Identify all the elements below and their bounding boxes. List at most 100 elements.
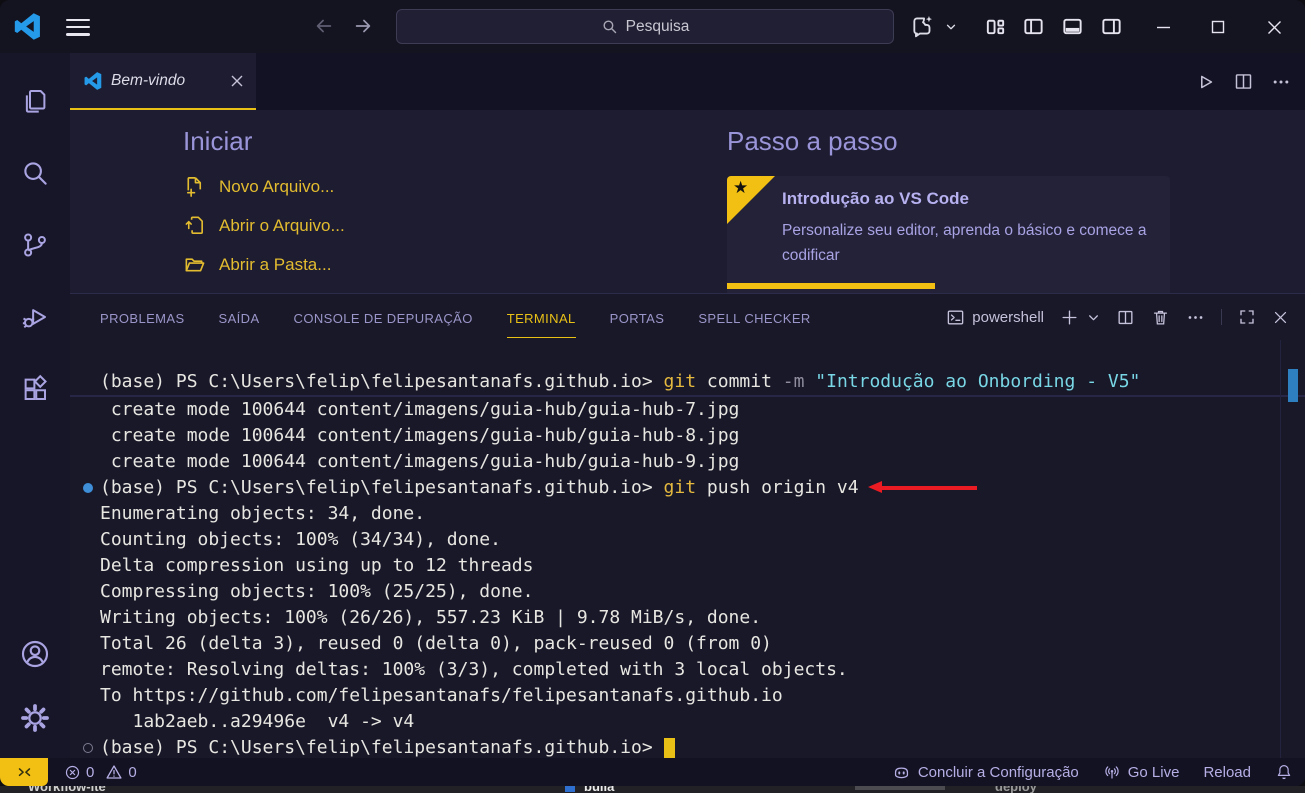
tab-vscode-icon: [84, 72, 102, 90]
shell-label: powershell: [972, 309, 1044, 326]
panel-tab-terminal[interactable]: TERMINAL: [507, 297, 576, 338]
command-decoration-filled[interactable]: [83, 483, 93, 493]
panel-tab-problemas[interactable]: PROBLEMAS: [100, 297, 185, 338]
open-folder-link[interactable]: Abrir a Pasta...: [183, 253, 345, 276]
walkthrough-progress-bar: [727, 283, 935, 289]
remote-indicator-button[interactable]: [0, 758, 48, 786]
new-terminal-button[interactable]: [1060, 308, 1079, 327]
terminal-instance-powershell[interactable]: powershell: [946, 308, 1044, 327]
search-icon: [601, 18, 618, 35]
nav-forward-button[interactable]: [352, 15, 374, 37]
walkthroughs-heading: Passo a passo: [727, 126, 1172, 157]
broadcast-icon: [1103, 763, 1121, 781]
command-decoration-hollow[interactable]: [83, 743, 93, 753]
warning-count: 0: [128, 764, 136, 781]
finish-setup-label: Concluir a Configuração: [918, 764, 1079, 781]
walkthrough-description: Personalize seu editor, aprenda o básico…: [782, 218, 1157, 268]
source-control-icon[interactable]: [0, 209, 70, 281]
kill-terminal-trash-button[interactable]: [1151, 308, 1170, 327]
customize-layout-button[interactable]: [984, 15, 1007, 38]
error-icon: [64, 764, 81, 781]
run-file-button[interactable]: [1194, 71, 1216, 93]
start-heading: Iniciar: [183, 126, 345, 157]
panel-tab-portas[interactable]: PORTAS: [610, 297, 665, 338]
background-window-peek: Workflow-ite bulia deploy: [0, 786, 1305, 793]
split-terminal-button[interactable]: [1116, 308, 1135, 327]
open-file-link[interactable]: Abrir o Arquivo...: [183, 214, 345, 237]
welcome-page: Iniciar Novo Arquivo... Abri: [70, 110, 1305, 293]
problems-status-button[interactable]: 0 0: [64, 758, 137, 786]
peek-bar: [855, 786, 945, 790]
editor-tab-bar: Bem-vindo: [70, 53, 1305, 110]
toggle-secondary-sidebar-button[interactable]: [1100, 15, 1123, 38]
vscode-logo-icon: [14, 13, 41, 40]
window-maximize-button[interactable]: [1203, 12, 1233, 42]
copilot-chevron-down-icon[interactable]: [944, 20, 958, 34]
toggle-primary-sidebar-button[interactable]: [1022, 15, 1045, 38]
peek-text: deploy: [995, 786, 1037, 793]
terminal-line: (base) PS C:\Users\felip\felipesantanafs…: [70, 475, 1305, 501]
toolbar-separator: [1221, 309, 1222, 325]
extensions-icon[interactable]: [0, 353, 70, 425]
error-count: 0: [86, 764, 94, 781]
open-file-label: Abrir o Arquivo...: [219, 216, 345, 236]
split-editor-button[interactable]: [1233, 71, 1254, 92]
open-folder-icon: [183, 253, 206, 276]
terminal-line: Counting objects: 100% (34/34), done.: [70, 527, 1305, 553]
terminal-scrollbar-thumb[interactable]: [1288, 369, 1298, 402]
panel-tabs: PROBLEMAS SAÍDA CONSOLE DE DEPURAÇÃO TERMIN…: [100, 297, 811, 338]
window-minimize-button[interactable]: [1148, 12, 1178, 42]
maximize-panel-button[interactable]: [1238, 308, 1256, 326]
peek-logo-icon: [565, 786, 575, 792]
terminal-line: Compressing objects: 100% (25/25), done.: [70, 579, 1305, 605]
terminal-line: remote: Resolving deltas: 100% (3/3), co…: [70, 657, 1305, 683]
title-bar: Pesquisa: [0, 0, 1305, 53]
tab-bem-vindo[interactable]: Bem-vindo: [70, 53, 256, 110]
editor-more-actions-button[interactable]: [1271, 72, 1291, 92]
terminal-line: Total 26 (delta 3), reused 0 (delta 0), …: [70, 631, 1305, 657]
terminal-line: Writing objects: 100% (26/26), 557.23 Ki…: [70, 605, 1305, 631]
status-bar: 0 0 Concluir a Configuração Go Live Relo…: [0, 758, 1305, 786]
peek-text: bulia: [584, 786, 614, 793]
new-file-label: Novo Arquivo...: [219, 177, 334, 197]
warning-icon: [105, 763, 123, 781]
reload-button[interactable]: Reload: [1203, 764, 1251, 781]
search-view-icon[interactable]: [0, 137, 70, 209]
panel-tab-console-de-depuração[interactable]: CONSOLE DE DEPURAÇÃO: [294, 297, 473, 338]
notifications-bell-icon[interactable]: [1275, 763, 1293, 781]
open-file-icon: [183, 214, 206, 237]
walkthrough-card-intro[interactable]: ★ Introdução ao VS Code Personalize seu …: [727, 176, 1170, 293]
panel-tab-saída[interactable]: SAÍDA: [219, 297, 260, 338]
panel-tab-spell-checker[interactable]: SPELL CHECKER: [698, 297, 810, 338]
remote-icon: [16, 764, 33, 781]
activity-bar: [0, 53, 70, 758]
terminal-line: 1ab2aeb..a29496e v4 -> v4: [70, 709, 1305, 735]
menu-hamburger-button[interactable]: [66, 19, 90, 36]
settings-gear-icon[interactable]: [0, 686, 70, 750]
nav-back-button[interactable]: [313, 15, 335, 37]
command-center-search[interactable]: Pesquisa: [396, 9, 894, 44]
scrollbar-gutter: [1280, 340, 1281, 758]
finish-setup-button[interactable]: Concluir a Configuração: [892, 763, 1079, 782]
terminal-dropdown-chevron-icon[interactable]: [1087, 311, 1100, 324]
new-file-link[interactable]: Novo Arquivo...: [183, 175, 345, 198]
copilot-button[interactable]: [910, 13, 936, 39]
terminal-cursor: [664, 738, 675, 758]
terminal-line: (base) PS C:\Users\felip\felipesantanafs…: [70, 369, 1305, 397]
go-live-label: Go Live: [1128, 764, 1180, 781]
tab-close-icon[interactable]: [230, 74, 244, 88]
terminal-line: create mode 100644 content/imagens/guia-…: [70, 449, 1305, 475]
panel: PROBLEMAS SAÍDA CONSOLE DE DEPURAÇÃO TERMIN…: [70, 293, 1305, 758]
terminal-line: Delta compression using up to 12 threads: [70, 553, 1305, 579]
star-icon: ★: [733, 178, 748, 198]
powershell-terminal-icon: [946, 308, 965, 327]
toggle-panel-button[interactable]: [1061, 15, 1084, 38]
vscode-window: Pesquisa: [0, 0, 1305, 786]
panel-more-actions-button[interactable]: [1186, 308, 1205, 327]
accounts-icon[interactable]: [0, 622, 70, 686]
run-debug-icon[interactable]: [0, 281, 70, 353]
window-close-button[interactable]: [1259, 12, 1289, 42]
close-panel-button[interactable]: [1272, 309, 1289, 326]
go-live-button[interactable]: Go Live: [1103, 763, 1180, 781]
explorer-icon[interactable]: [0, 65, 70, 137]
